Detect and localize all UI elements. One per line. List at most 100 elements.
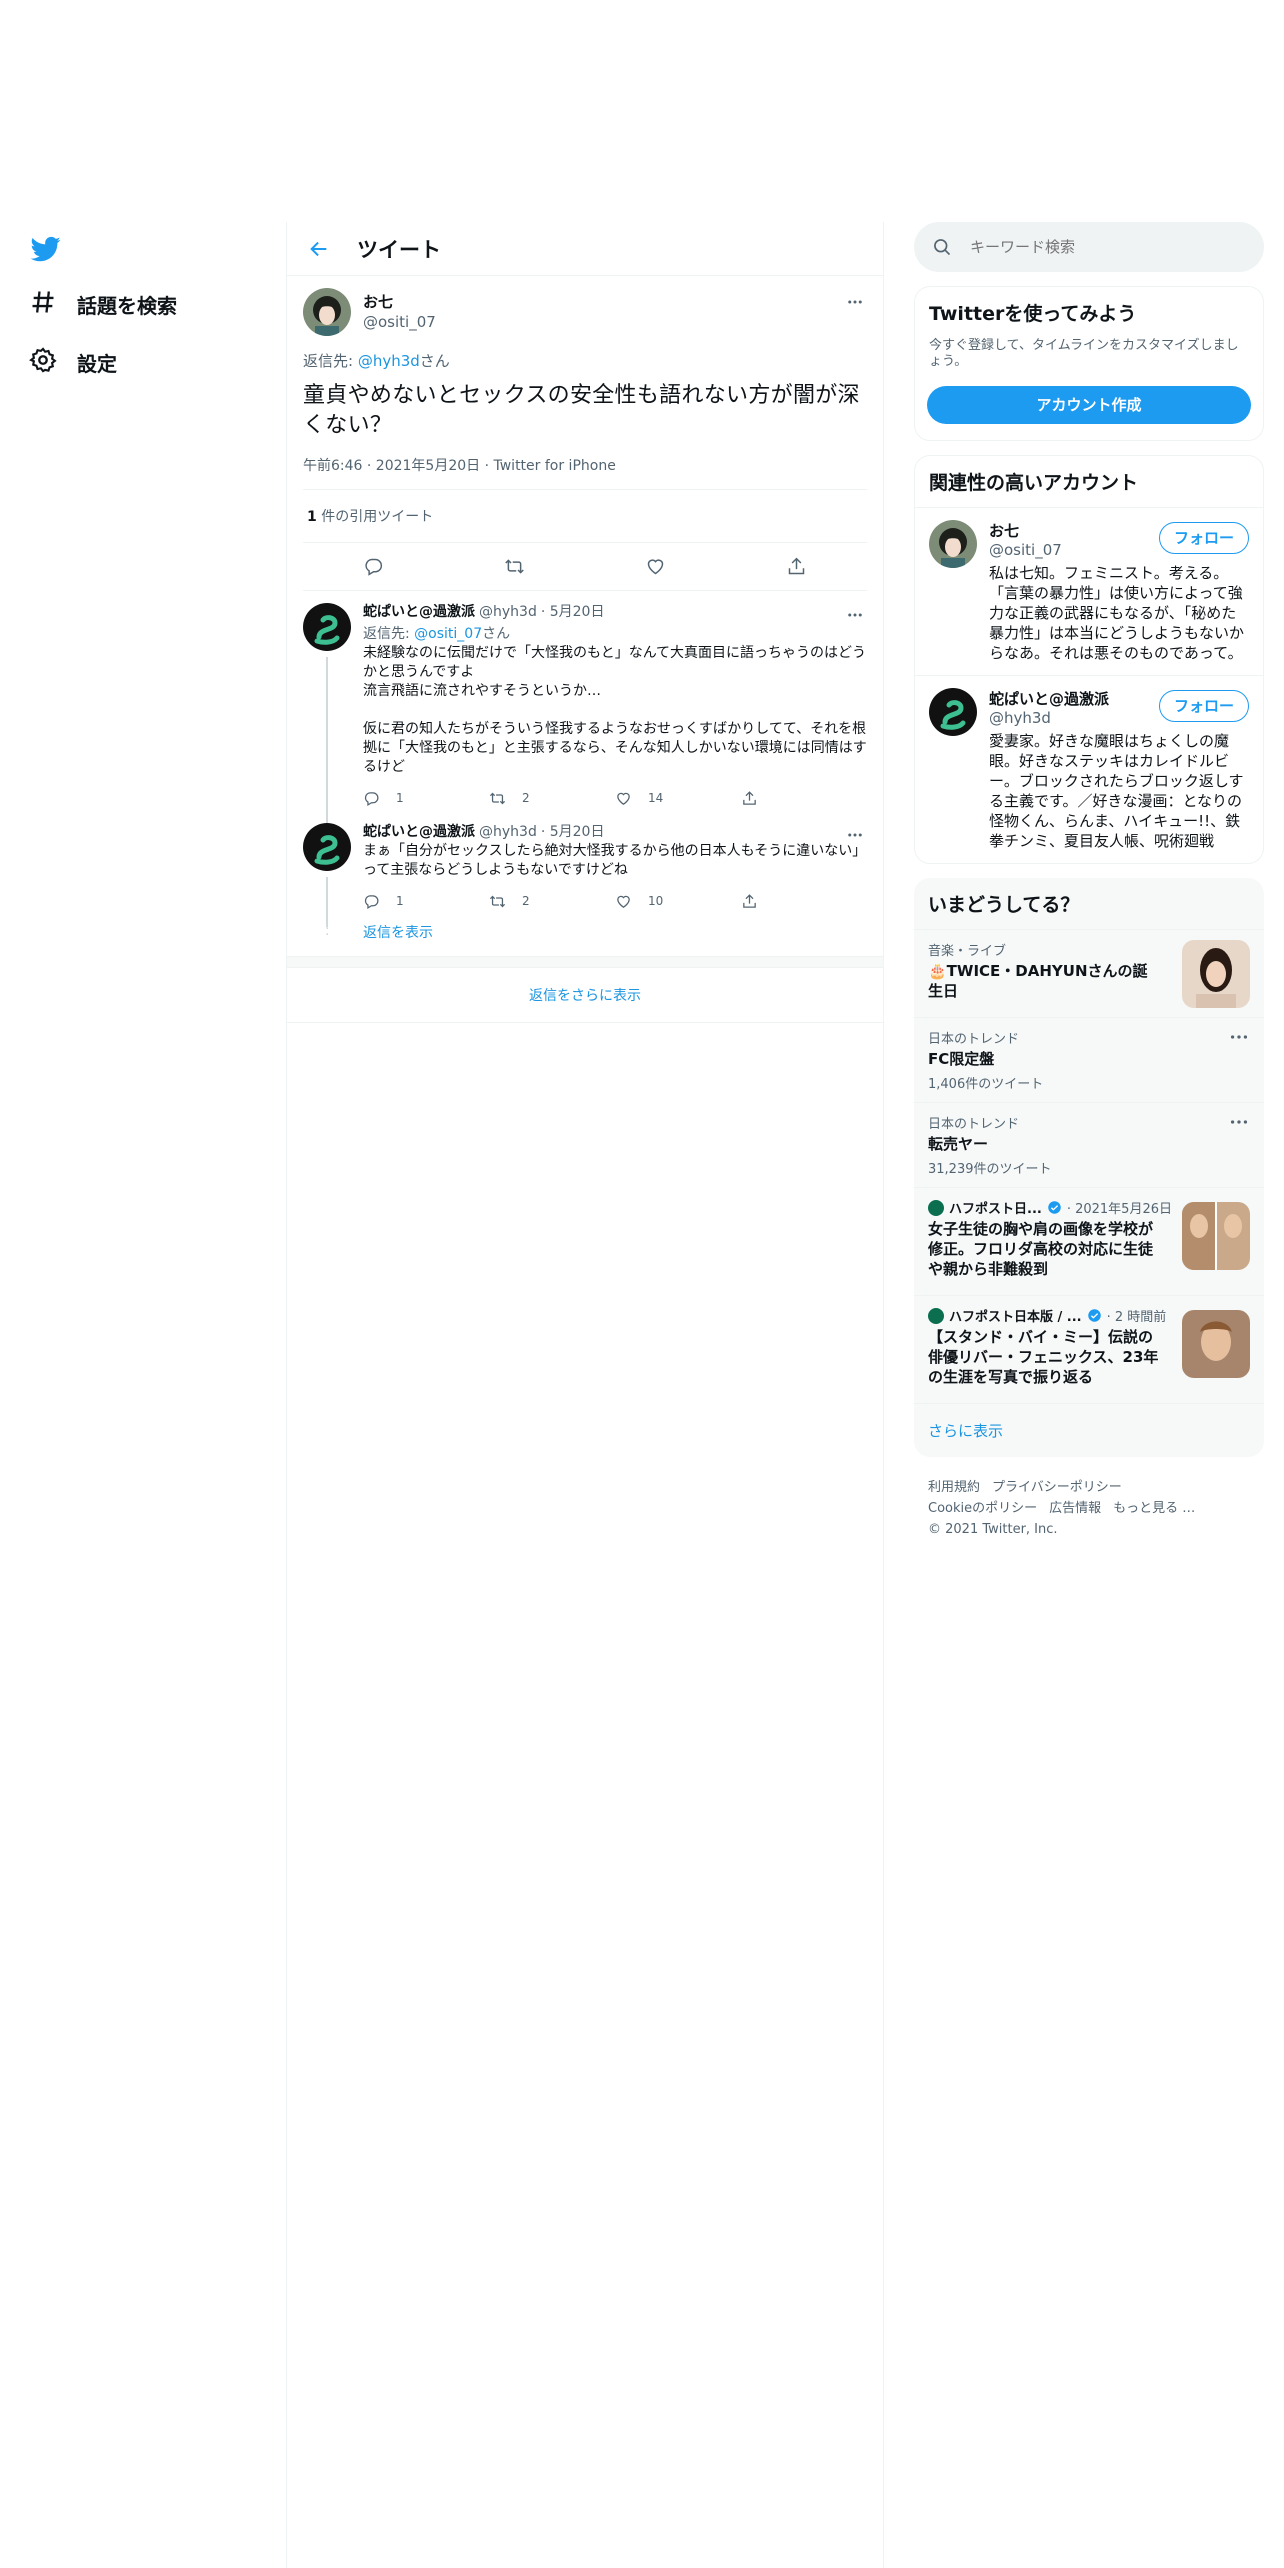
news-thumbnail bbox=[1182, 1310, 1250, 1378]
trend-item[interactable]: 日本のトレンド 転売ヤー 31,239件のツイート bbox=[914, 1102, 1264, 1187]
news-title: 女子生徒の胸や肩の画像を学校が修正。フロリダ高校の対応に生徒や親から非難殺到 bbox=[928, 1220, 1154, 1278]
account-item[interactable]: お七 @ositi_07 私は七知。フェミニスト。考える。「言葉の暴力性」は使い… bbox=[915, 507, 1263, 675]
arrow-left-icon bbox=[310, 241, 327, 256]
retweet-icon bbox=[489, 792, 506, 804]
news-item[interactable]: ハフポスト日... · 2021年5月26日 女子生徒の胸や肩の画像を学校が修正… bbox=[914, 1187, 1264, 1295]
main-header: ツイート bbox=[287, 222, 883, 276]
create-account-button[interactable]: アカウント作成 bbox=[927, 386, 1251, 424]
footer-link-ads[interactable]: 広告情報 bbox=[1049, 1501, 1101, 1516]
avatar[interactable] bbox=[303, 603, 351, 651]
verified-icon bbox=[1048, 1201, 1061, 1214]
twitter-bird-icon[interactable] bbox=[29, 234, 63, 264]
author-handle[interactable]: @ositi_07 bbox=[363, 312, 436, 332]
focused-tweet: お七 @ositi_07 返信先: @hyh3dさん 童貞やめないとセックスの安… bbox=[287, 276, 883, 591]
show-more-replies-button[interactable]: 返信をさらに表示 bbox=[287, 968, 883, 1023]
reply-icon bbox=[364, 894, 379, 909]
reply-tweet[interactable]: 蛇ぱいと@過激派 @hyh3d · 5月20日 返信先: @ositi_07さん… bbox=[287, 591, 883, 849]
reply-to-line: 返信先: @hyh3dさん bbox=[303, 350, 867, 371]
reply-button[interactable] bbox=[357, 550, 391, 584]
nav-explore[interactable]: 話題を検索 bbox=[29, 288, 177, 321]
footer-link-terms[interactable]: 利用規約 bbox=[928, 1480, 980, 1495]
more-icon bbox=[848, 300, 862, 304]
more-options-button[interactable] bbox=[843, 603, 867, 627]
author-name[interactable]: お七 bbox=[363, 292, 436, 312]
follow-button[interactable]: フォロー bbox=[1158, 522, 1249, 554]
trend-item[interactable]: 日本のトレンド FC限定盤 1,406件のツイート bbox=[914, 1017, 1264, 1102]
avatar[interactable] bbox=[929, 688, 977, 736]
retweet-button[interactable] bbox=[498, 550, 532, 584]
like-button[interactable]: 10 bbox=[615, 893, 741, 910]
news-item[interactable]: ハフポスト日本版 / ... · 2 時間前 【スタンド・バイ・ミー】伝説の俳優… bbox=[914, 1295, 1264, 1403]
retweet-count: 2 bbox=[522, 894, 530, 908]
like-button[interactable] bbox=[639, 550, 673, 584]
reply-count: 1 bbox=[396, 791, 404, 805]
reply-button[interactable]: 1 bbox=[363, 790, 489, 807]
gear-icon bbox=[29, 346, 57, 379]
reply-author-handle[interactable]: @hyh3d bbox=[479, 823, 537, 841]
share-icon bbox=[743, 790, 756, 805]
verified-icon bbox=[1087, 1309, 1101, 1322]
signup-title: Twitterを使ってみよう bbox=[929, 303, 1137, 325]
footer-link-privacy[interactable]: プライバシーポリシー bbox=[992, 1480, 1122, 1495]
reply-count: 1 bbox=[396, 894, 404, 908]
search-input[interactable] bbox=[970, 238, 1230, 256]
more-icon bbox=[848, 613, 862, 617]
like-button[interactable]: 14 bbox=[615, 790, 741, 807]
share-button[interactable] bbox=[741, 893, 867, 910]
news-time: · 2 時間前 bbox=[1106, 1310, 1167, 1325]
avatar[interactable] bbox=[303, 288, 351, 336]
reply-date[interactable]: · 5月20日 bbox=[541, 823, 605, 841]
search-box[interactable] bbox=[914, 222, 1264, 272]
share-button[interactable] bbox=[741, 790, 867, 807]
reply-button[interactable]: 1 bbox=[363, 893, 489, 910]
trend-title: FC限定盤 bbox=[928, 1050, 995, 1068]
account-bio: 愛妻家。好きな魔眼はちょくしの魔眼。好きなステッキはカレイドルビー。ブロックされ… bbox=[989, 732, 1244, 850]
follow-button[interactable]: フォロー bbox=[1158, 690, 1249, 722]
right-sidebar: Twitterを使ってみよう 今すぐ登録して、タイムラインをカスタマイズしましょ… bbox=[914, 222, 1264, 1540]
more-options-button[interactable] bbox=[843, 823, 867, 847]
retweet-icon bbox=[489, 895, 506, 907]
tweet-actions bbox=[303, 543, 867, 591]
signup-subtitle: 今すぐ登録して、タイムラインをカスタマイズしましょう。 bbox=[929, 338, 1239, 369]
reply-author-name[interactable]: 蛇ぱいと@過激派 bbox=[363, 603, 475, 621]
reply-tweet[interactable]: 蛇ぱいと@過激派 @hyh3d · 5月20日 まぁ「自分がセックスしたら絶対大… bbox=[287, 811, 883, 927]
nav-settings[interactable]: 設定 bbox=[29, 346, 117, 379]
reply-author-name[interactable]: 蛇ぱいと@過激派 bbox=[363, 823, 475, 841]
nav-explore-label: 話題を検索 bbox=[77, 294, 177, 318]
avatar[interactable] bbox=[929, 520, 977, 568]
trends-title: いまどうしてる？ bbox=[928, 894, 1080, 916]
footer-link-cookie[interactable]: Cookieのポリシー bbox=[928, 1501, 1037, 1516]
reply-to-link[interactable]: @ositi_07 bbox=[414, 626, 482, 642]
reply-text: まぁ「自分がセックスしたら絶対大怪我するから他の日本人もそうに違いない」って主張… bbox=[363, 843, 867, 878]
trends-show-more-label: さらに表示 bbox=[928, 1422, 1004, 1440]
reply-to-link[interactable]: @hyh3d bbox=[358, 352, 420, 370]
trend-item[interactable]: 音楽・ライブ 🎂TWICE・DAHYUNさんの誕生日 bbox=[914, 929, 1264, 1017]
back-button[interactable] bbox=[299, 229, 339, 269]
trends-show-more[interactable]: さらに表示 bbox=[914, 1403, 1264, 1457]
more-icon[interactable] bbox=[1228, 1026, 1250, 1048]
reply-date[interactable]: · 5月20日 bbox=[541, 603, 605, 621]
related-accounts-card: 関連性の高いアカウント お七 @ositi_07 私は七知。フェミニスト。考える… bbox=[914, 455, 1264, 864]
reply-to-suffix: さん bbox=[482, 626, 511, 642]
more-icon[interactable] bbox=[1228, 1111, 1250, 1133]
retweet-button[interactable]: 2 bbox=[489, 790, 615, 807]
tweet-timestamp[interactable]: 午前6:46 · 2021年5月20日 · Twitter for iPhone bbox=[303, 455, 867, 490]
trend-category: 日本のトレンド bbox=[928, 1117, 1020, 1132]
news-thumbnail bbox=[1182, 1202, 1250, 1270]
avatar[interactable] bbox=[303, 823, 351, 871]
reply-author-handle[interactable]: @hyh3d bbox=[479, 603, 537, 621]
footer-link-more[interactable]: もっと見る … bbox=[1113, 1501, 1195, 1516]
quote-count[interactable]: 1 件の引用ツイート bbox=[303, 490, 867, 543]
more-options-button[interactable] bbox=[843, 290, 867, 314]
show-replies-link[interactable]: 返信を表示 bbox=[363, 925, 433, 941]
reply-icon bbox=[364, 791, 379, 806]
thread-dots: · · · bbox=[325, 915, 330, 943]
like-count: 14 bbox=[648, 791, 664, 805]
retweet-button[interactable]: 2 bbox=[489, 893, 615, 910]
heart-icon bbox=[647, 559, 664, 575]
share-button[interactable] bbox=[780, 550, 814, 584]
heart-icon bbox=[617, 895, 630, 908]
trend-thumbnail bbox=[1182, 940, 1250, 1008]
account-item[interactable]: 蛇ぱいと@過激派 @hyh3d 愛妻家。好きな魔眼はちょくしの魔眼。好きなステッ… bbox=[915, 675, 1263, 863]
quote-count-number: 1 bbox=[307, 509, 317, 525]
